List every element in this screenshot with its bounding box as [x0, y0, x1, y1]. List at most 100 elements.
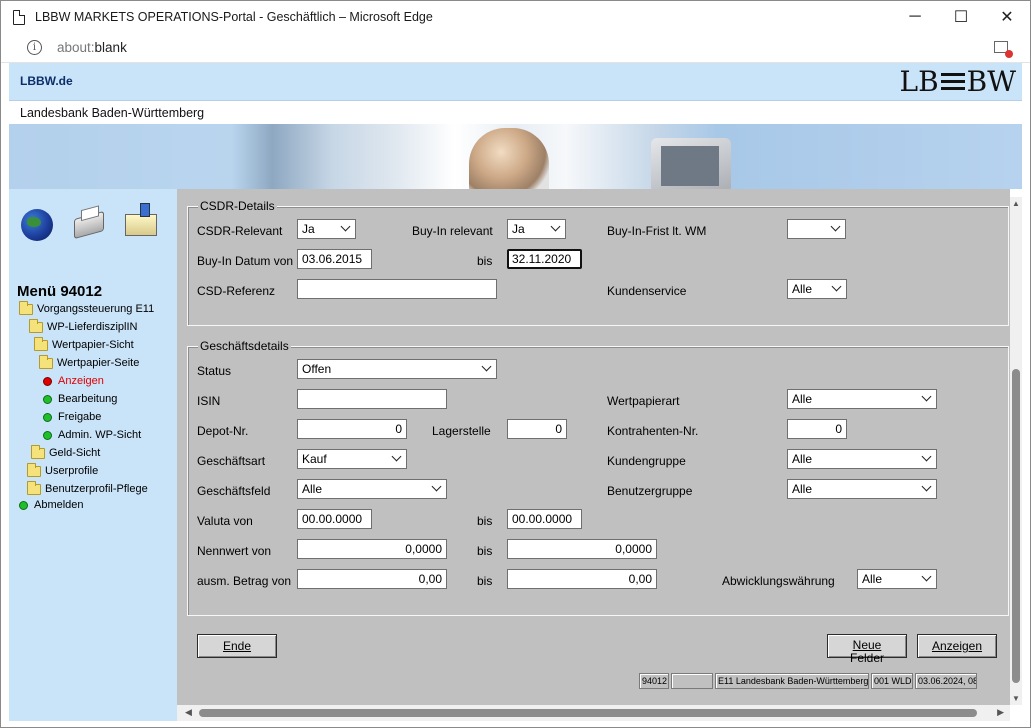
chevron-down-icon [921, 391, 932, 402]
ausm-betrag-label: ausm. Betrag von [197, 574, 292, 588]
tree-item-wp-lieferdisziplin[interactable]: WP-LieferdisziplIN [29, 318, 137, 333]
scroll-right-icon[interactable]: ▶ [997, 707, 1004, 718]
csdr-legend: CSDR-Details [198, 199, 277, 213]
status-label: Status [197, 364, 232, 378]
banner-monitor [651, 138, 731, 189]
csd-referenz-label: CSD-Referenz [197, 284, 276, 298]
page-icon [13, 9, 25, 25]
green-dot-icon [43, 394, 52, 404]
nennwert-bis-label: bis [477, 544, 493, 558]
bis-label: bis [477, 254, 493, 268]
buyin-datum-bis-field[interactable]: 32.11.2020 [507, 249, 582, 269]
valuta-von-field[interactable]: 00.00.0000 [297, 509, 372, 529]
kundengruppe-select[interactable]: Alle [787, 449, 937, 469]
folder-icon [39, 354, 53, 369]
maximize-button[interactable]: ☐ [938, 1, 984, 33]
scroll-up-icon[interactable]: ▲ [1011, 199, 1021, 208]
tree-item-bearbeitung[interactable]: Bearbeitung [43, 393, 117, 405]
valuta-bis-field[interactable]: 00.00.0000 [507, 509, 582, 529]
geschaeftsfeld-select[interactable]: Alle [297, 479, 447, 499]
csd-referenz-field[interactable] [297, 279, 497, 299]
address-bar[interactable]: i about:blank [1, 33, 1030, 63]
vertical-scroll-thumb[interactable] [1012, 369, 1020, 683]
chevron-down-icon [830, 221, 841, 232]
globe-icon[interactable] [19, 209, 55, 241]
tree-item-vorgangssteuerung[interactable]: Vorgangssteuerung E11 [19, 300, 154, 315]
blocked-popup-icon[interactable] [994, 41, 1013, 58]
url-text[interactable]: about:blank [57, 40, 127, 55]
buyin-frist-select[interactable] [787, 219, 846, 239]
scanner-icon[interactable] [123, 203, 159, 241]
kontrahenten-nr-field[interactable]: 0 [787, 419, 847, 439]
geschaeftsart-select[interactable]: Kauf [297, 449, 407, 469]
abwicklungswaehrung-label: Abwicklungswährung [722, 574, 835, 588]
printer-icon[interactable] [71, 209, 107, 241]
close-button[interactable]: ✕ [984, 1, 1030, 33]
lagerstelle-field[interactable]: 0 [507, 419, 567, 439]
chevron-down-icon [340, 221, 351, 232]
green-dot-icon [19, 500, 28, 510]
chevron-down-icon [921, 571, 932, 582]
isin-field[interactable] [297, 389, 447, 409]
nennwert-von-field[interactable]: 0,0000 [297, 539, 447, 559]
title-bar: LBBW MARKETS OPERATIONS-Portal - Geschäf… [1, 1, 1030, 33]
status-empty [671, 673, 713, 689]
info-icon[interactable]: i [27, 40, 42, 55]
tree-item-wertpapier-seite[interactable]: Wertpapier-Seite [39, 354, 139, 369]
header-banner-image [9, 124, 1022, 189]
tree-item-wertpapier-sicht[interactable]: Wertpapier-Sicht [34, 336, 134, 351]
tree-item-userprofile[interactable]: Userprofile [27, 462, 98, 477]
ende-button[interactable]: Ende [197, 634, 277, 658]
status-bank: E11 Landesbank Baden-Württemberg [715, 673, 869, 689]
geschaeftsdetails-legend: Geschäftsdetails [198, 339, 291, 353]
tree-item-admin-wp-sicht[interactable]: Admin. WP-Sicht [43, 429, 141, 441]
scroll-left-icon[interactable]: ◀ [185, 707, 192, 718]
valuta-label: Valuta von [197, 514, 253, 528]
folder-icon [34, 336, 48, 351]
chevron-down-icon [921, 481, 932, 492]
folder-icon [19, 300, 33, 315]
folder-icon [27, 480, 41, 495]
kundenservice-select[interactable]: Alle [787, 279, 847, 299]
minimize-button[interactable]: ─ [892, 1, 938, 33]
depot-nr-field[interactable]: 0 [297, 419, 407, 439]
tree-item-anzeigen[interactable]: Anzeigen [43, 375, 104, 387]
tree-item-geld-sicht[interactable]: Geld-Sicht [31, 444, 100, 459]
benutzergruppe-select[interactable]: Alle [787, 479, 937, 499]
chevron-down-icon [921, 451, 932, 462]
buyin-frist-label: Buy-In-Frist lt. WM [607, 224, 707, 238]
browser-window: LBBW MARKETS OPERATIONS-Portal - Geschäf… [0, 0, 1031, 728]
ausm-betrag-von-field[interactable]: 0,00 [297, 569, 447, 589]
geschaeftsfeld-label: Geschäftsfeld [197, 484, 271, 498]
wertpapierart-select[interactable]: Alle [787, 389, 937, 409]
chevron-down-icon [550, 221, 561, 232]
buyin-relevant-select[interactable]: Ja [507, 219, 566, 239]
status-select[interactable]: Offen [297, 359, 497, 379]
red-dot-icon [43, 376, 52, 386]
vertical-scrollbar[interactable]: ▲ ▼ [1010, 197, 1022, 705]
window-title: LBBW MARKETS OPERATIONS-Portal - Geschäf… [35, 10, 433, 24]
abwicklungswaehrung-select[interactable]: Alle [857, 569, 937, 589]
sidebar: Menü 94012 Vorgangssteuerung E11 WP-Lief… [9, 189, 177, 721]
folder-icon [29, 318, 43, 333]
horizontal-scrollbar[interactable]: ◀ ▶ [177, 705, 1010, 721]
neue-felder-button[interactable]: Neue Felder [827, 634, 907, 665]
status-user: 001 WLD [871, 673, 913, 689]
depot-nr-label: Depot-Nr. [197, 424, 249, 438]
buyin-datum-von-field[interactable]: 03.06.2015 [297, 249, 372, 269]
status-menu: 94012 [639, 673, 669, 689]
horizontal-scroll-thumb[interactable] [199, 709, 977, 717]
anzeigen-button[interactable]: Anzeigen [917, 634, 997, 658]
lbbw-link[interactable]: LBBW.de [20, 74, 73, 88]
scroll-down-icon[interactable]: ▼ [1011, 694, 1021, 703]
tree-item-abmelden[interactable]: Abmelden [19, 499, 84, 511]
tree-item-freigabe[interactable]: Freigabe [43, 411, 101, 423]
csdr-relevant-select[interactable]: Ja [297, 219, 356, 239]
nennwert-bis-field[interactable]: 0,0000 [507, 539, 657, 559]
isin-label: ISIN [197, 394, 221, 408]
ausm-betrag-bis-field[interactable]: 0,00 [507, 569, 657, 589]
chevron-down-icon [831, 281, 842, 292]
menu-title: Menü 94012 [17, 283, 103, 300]
tree-item-benutzerprofil-pflege[interactable]: Benutzerprofil-Pflege [27, 480, 148, 495]
site-header: LBBW.de LB BW [9, 63, 1022, 100]
